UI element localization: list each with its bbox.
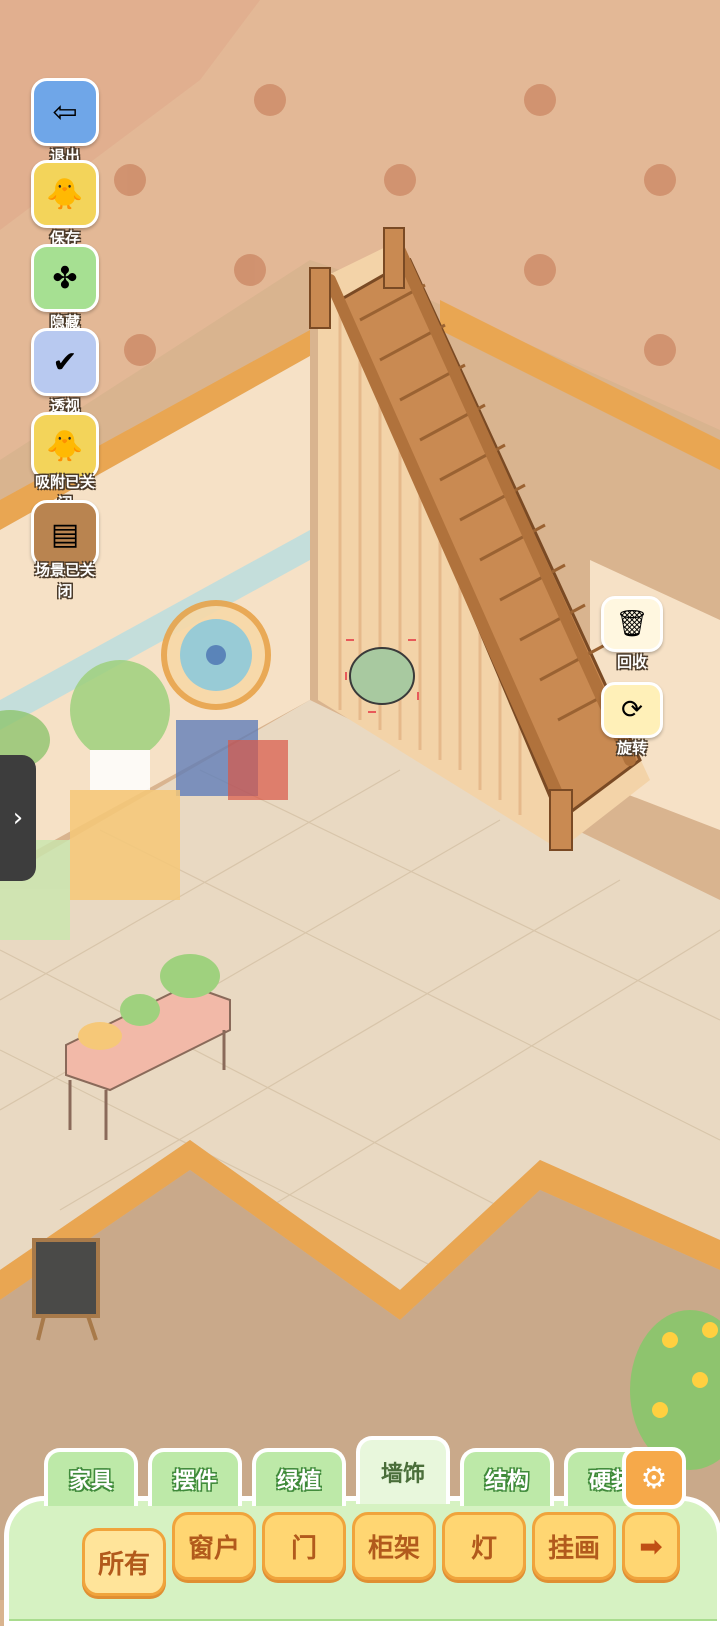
subcat-shelves[interactable]: 柜架 (352, 1512, 436, 1580)
recycle-label: 回收 (616, 653, 647, 671)
rotate-button[interactable]: ⟳ 旋转 (596, 682, 668, 758)
rotate-label: 旋转 (616, 739, 647, 757)
snap-toggle-button[interactable]: 🐥 吸附已关闭 (22, 412, 108, 514)
chevron-right-icon: › (12, 803, 24, 833)
tab-structure[interactable]: 结构 (460, 1448, 554, 1506)
scene-toggle-button[interactable]: ▤ 场景已关闭 (22, 500, 108, 602)
subcat-windows[interactable]: 窗户 (172, 1512, 256, 1580)
recycle-icon: 🗑 (601, 596, 663, 652)
save-button[interactable]: 🐥 保存 (22, 160, 108, 249)
tab-furniture[interactable]: 家具 (44, 1448, 138, 1506)
tab-ornaments[interactable]: 摆件 (148, 1448, 242, 1506)
hide-icon: ✤ (31, 244, 99, 312)
category-tabs: 家具 摆件 绿植 墙饰 结构 硬装 (44, 1436, 658, 1506)
settings-button[interactable]: ⚙ (622, 1447, 686, 1509)
tab-wall-decor[interactable]: 墙饰 (356, 1436, 450, 1504)
exit-icon: ⇦ (31, 78, 99, 146)
game-scene[interactable] (0, 0, 720, 1600)
perspective-cube-icon: ✔ (31, 328, 99, 396)
duck-save-icon: 🐥 (31, 160, 99, 228)
subcat-paintings[interactable]: 挂画 (532, 1512, 616, 1580)
gear-icon: ⚙ (640, 1460, 668, 1496)
perspective-button[interactable]: ✔ 透视 (22, 328, 108, 417)
next-arrow-icon[interactable]: ➡ (622, 1512, 680, 1580)
subcategory-bar: 所有 窗户 门 柜架 灯 挂画 ➡ (82, 1512, 680, 1596)
tab-plants[interactable]: 绿植 (252, 1448, 346, 1506)
subcat-all[interactable]: 所有 (82, 1528, 166, 1596)
exit-button[interactable]: ⇦ 退出 (22, 78, 108, 167)
scene-label: 场景已关闭 (34, 561, 95, 600)
subcat-lamps[interactable]: 灯 (442, 1512, 526, 1580)
rotate-icon: ⟳ (601, 682, 663, 738)
recycle-button[interactable]: 🗑 回收 (596, 596, 668, 672)
drawer-handle[interactable]: › (0, 755, 36, 881)
subcat-doors[interactable]: 门 (262, 1512, 346, 1580)
hide-button[interactable]: ✤ 隐藏 (22, 244, 108, 333)
